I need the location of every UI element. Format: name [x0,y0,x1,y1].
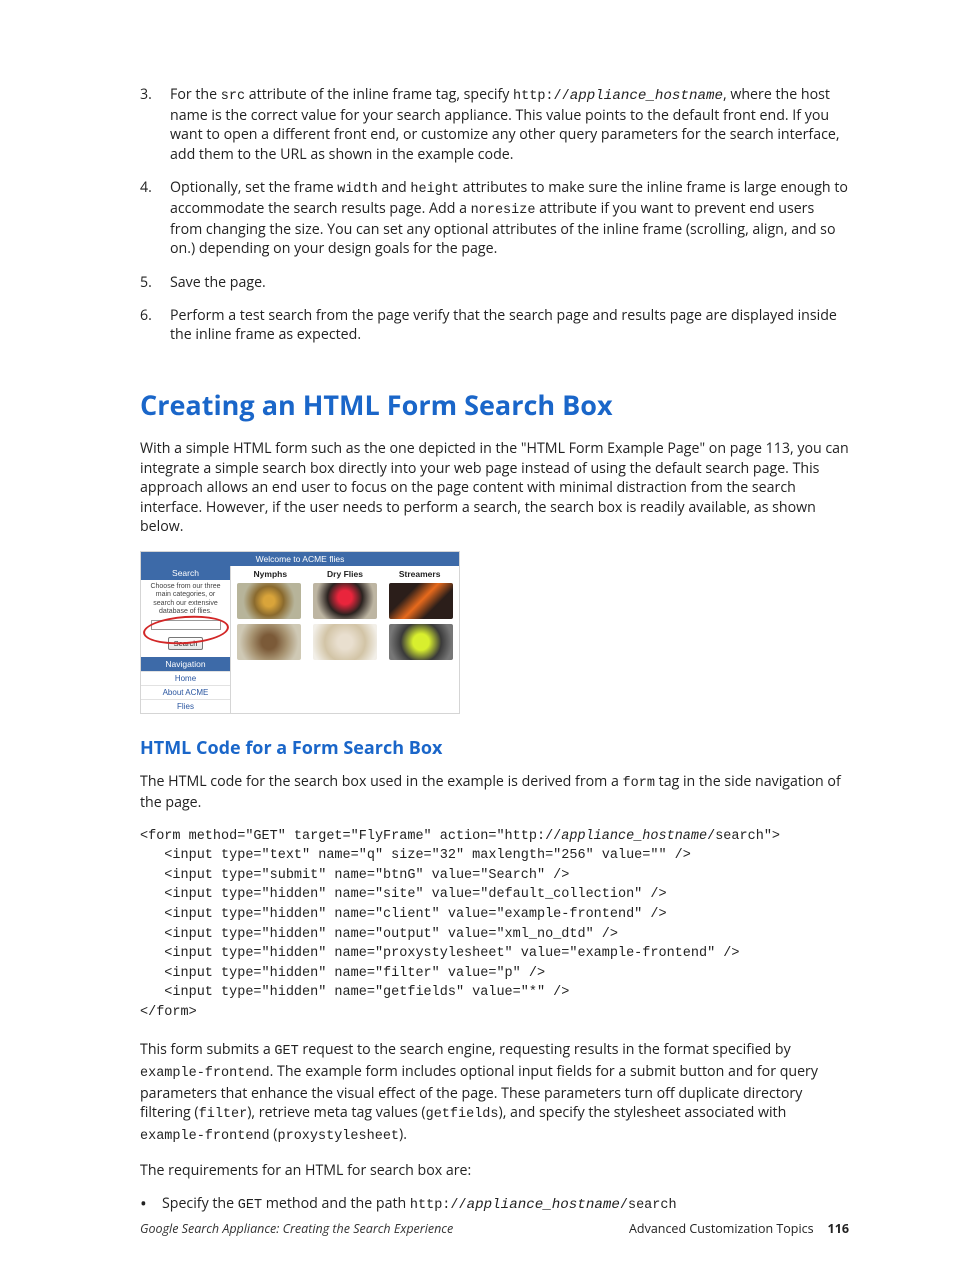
body-text: Perform a test search from the page veri… [170,306,837,344]
code-inline: /search [620,1198,677,1213]
example-welcome-bar: Welcome to ACME flies [141,552,459,566]
body-text: ), and specify the stylesheet associated… [499,1103,787,1122]
code-inline: GET [274,1044,298,1059]
body-text: Save the page. [170,273,266,292]
example-search-button: Search [168,637,204,650]
list-item-6: 6. Perform a test search from the page v… [168,306,849,344]
body-text: method and the path [262,1194,410,1213]
code-inline-italic: appliance_hostname [467,1197,620,1213]
code-inline: http:// [513,89,570,104]
code-inline: GET [238,1198,262,1213]
list-item-4: 4. Optionally, set the frame width and h… [168,178,849,259]
example-search-input [151,620,221,630]
example-nav-item: Home [141,671,230,685]
requirements-lead: The requirements for an HTML for search … [140,1161,849,1181]
example-nav-item: About ACME [141,685,230,699]
code-inline: src [221,89,245,104]
code-inline: height [410,182,459,197]
item-number: 6. [140,306,152,325]
example-col-header: Nymphs [233,569,307,579]
requirements-list: Specify the GET method and the path http… [160,1194,849,1213]
list-item-5: 5. Save the page. [168,273,849,292]
example-thumbnail [237,583,301,619]
explanation-paragraph: This form submits a GET request to the s… [140,1040,849,1146]
example-thumbnail [237,624,301,660]
example-thumbnail [389,583,453,619]
code-inline-italic: appliance_hostname [570,88,723,104]
subsection-heading: HTML Code for a Form Search Box [140,736,849,760]
body-text: and [378,178,411,197]
body-text: This form submits a [140,1040,274,1059]
list-item-3: 3. For the src attribute of the inline f… [168,85,849,164]
example-screenshot: Welcome to ACME flies Search Choose from… [140,551,460,714]
code-inline: example-frontend [140,1066,270,1081]
code-block: <form method="GET" target="FlyFrame" act… [140,827,849,1023]
example-thumbnail [389,624,453,660]
requirement-item: Specify the GET method and the path http… [160,1194,849,1213]
code-inline: example-frontend [140,1129,270,1144]
code-inline: width [337,182,378,197]
example-col-header: Dry Flies [308,569,382,579]
example-sidebar: Search Choose from our three main catego… [141,566,231,713]
body-text: Specify the [162,1194,238,1213]
body-text: ( [270,1125,278,1144]
item-number: 4. [140,178,152,197]
intro-paragraph: With a simple HTML form such as the one … [140,439,849,537]
numbered-list: 3. For the src attribute of the inline f… [168,85,849,344]
section-heading: Creating an HTML Form Search Box [140,386,849,423]
example-nav-item: Flies [141,699,230,713]
example-thumbnail [313,624,377,660]
body-text: ). [399,1125,407,1144]
body-text: The HTML code for the search box used in… [140,772,623,791]
body-text: ), retrieve meta tag values ( [247,1103,425,1122]
body-text: attribute of the inline frame tag, speci… [245,85,513,104]
item-number: 3. [140,85,152,104]
code-intro-paragraph: The HTML code for the search box used in… [140,772,849,813]
example-nav-header: Navigation [141,657,230,671]
body-text: request to the search engine, requesting… [299,1040,791,1059]
example-thumbnail [313,583,377,619]
code-inline: form [623,776,655,791]
code-inline: getfields [426,1107,499,1122]
example-col-header: Streamers [383,569,457,579]
code-inline: proxystylesheet [278,1129,400,1144]
code-inline: filter [199,1107,248,1122]
code-inline: noresize [471,203,536,218]
example-search-header: Search [141,566,230,580]
code-inline: http:// [410,1198,467,1213]
example-side-text: Choose from our three main categories, o… [141,580,230,618]
body-text: Optionally, set the frame [170,178,337,197]
body-text: For the [170,85,221,104]
item-number: 5. [140,273,152,292]
